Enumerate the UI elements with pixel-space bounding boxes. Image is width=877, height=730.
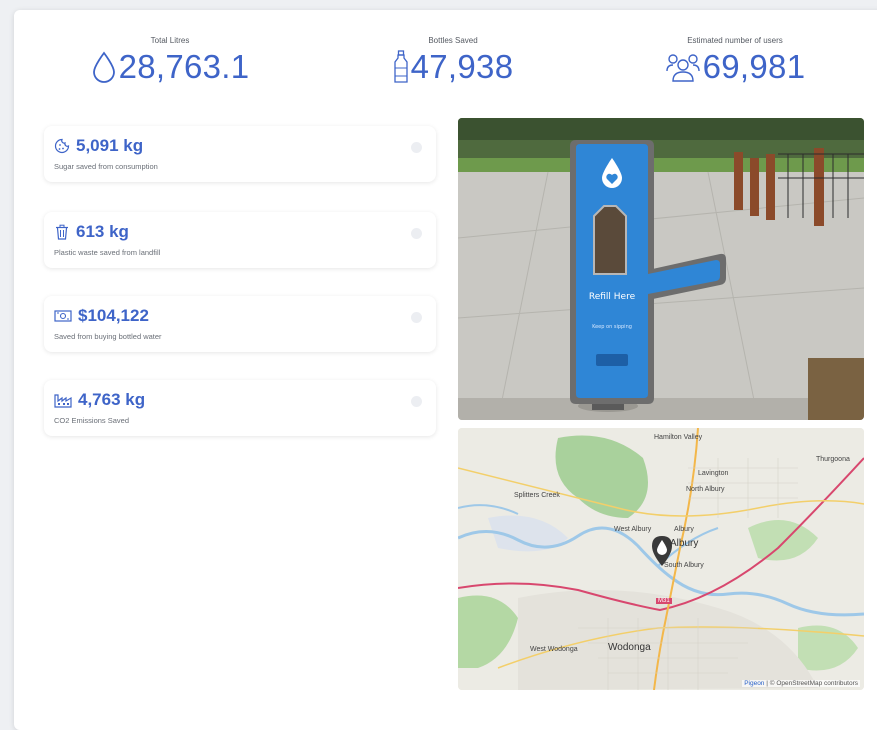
cookie-icon [54, 138, 70, 154]
kpi-value: 28,763.1 [118, 48, 250, 85]
map-label: Lavington [698, 470, 729, 477]
kpi-total-litres: Total Litres 28,763.1 [90, 36, 250, 86]
stat-description: Sugar saved from consumption [54, 162, 158, 171]
stat-description: Plastic waste saved from landfill [54, 248, 161, 257]
location-map[interactable]: Hamilton Valley Thurgoona Lavington Nort… [458, 428, 864, 690]
refill-station-illustration: Refill Here Keep on sipping [458, 118, 864, 420]
map-attribution: Pigeon | © OpenStreetMap contributors [742, 680, 860, 687]
info-icon[interactable] [411, 396, 422, 407]
info-icon[interactable] [411, 312, 422, 323]
map-road-shield: M31 [656, 598, 672, 604]
map-label: North Albury [686, 486, 725, 493]
map-label: West Albury [614, 526, 652, 533]
stat-value: 5,091 kg [76, 136, 144, 155]
stat-card-sugar: 5,091 kg Sugar saved from consumption [44, 126, 436, 182]
factory-icon [54, 394, 72, 408]
map-label-city: Albury [670, 538, 699, 549]
stat-card-money: $104,122 Saved from buying bottled water [44, 296, 436, 352]
trash-bin-icon [56, 224, 68, 240]
banknote-icon [54, 310, 72, 322]
sign-text: Refill Here [589, 292, 636, 302]
sign-subtext: Keep on sipping [592, 324, 632, 330]
bottle-icon [393, 50, 408, 83]
map-tiles[interactable] [458, 428, 864, 690]
stat-value: 4,763 kg [78, 390, 146, 409]
map-label: Hamilton Valley [654, 434, 703, 441]
map-label: Thurgoona [816, 456, 850, 463]
map-label: West Wodonga [530, 646, 578, 653]
map-label: Albury [674, 526, 694, 533]
stat-description: CO2 Emissions Saved [54, 416, 130, 425]
stat-card-co2: 4,763 kg CO2 Emissions Saved [44, 380, 436, 436]
stat-description: Saved from buying bottled water [54, 332, 162, 341]
kpi-estimated-users: Estimated number of users 69,981 [655, 36, 815, 86]
stat-card-plastic: 613 kg Plastic waste saved from landfill [44, 212, 436, 268]
stat-value: 613 kg [76, 222, 129, 241]
map-label: South Albury [664, 562, 704, 569]
users-icon [665, 54, 700, 82]
kpi-label: Bottles Saved [428, 36, 478, 45]
kpi-value: 47,938 [410, 48, 514, 85]
map-label: Splitters Creek [514, 492, 560, 499]
refill-station-photo: Refill Here Keep on sipping [458, 118, 864, 420]
map-label-city: Wodonga [608, 642, 651, 653]
attribution-text: | © OpenStreetMap contributors [766, 680, 858, 687]
kpi-value: 69,981 [702, 48, 806, 85]
attribution-link[interactable]: Pigeon [744, 680, 764, 687]
info-icon[interactable] [411, 228, 422, 239]
kpi-bottles-saved: Bottles Saved 47,938 [383, 36, 523, 86]
info-icon[interactable] [411, 142, 422, 153]
kpi-label: Total Litres [150, 36, 190, 45]
stat-value: $104,122 [78, 306, 149, 325]
kpi-label: Estimated number of users [687, 36, 783, 45]
water-drop-icon [92, 51, 115, 83]
